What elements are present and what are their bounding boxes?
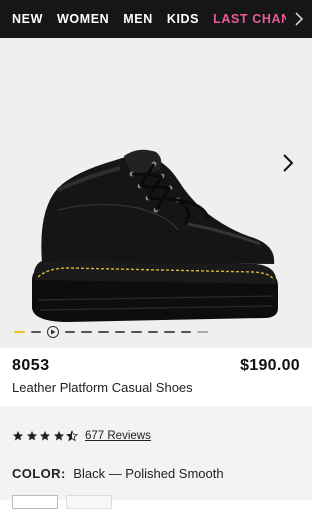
product-model: 8053 — [12, 357, 50, 374]
indicator-dot[interactable] — [81, 331, 92, 333]
top-navigation: NEW WOMEN MEN KIDS LAST CHAN — [0, 0, 312, 38]
product-gallery[interactable] — [0, 38, 312, 348]
product-price: $190.00 — [240, 357, 300, 374]
indicator-dot[interactable] — [131, 331, 142, 333]
product-name: Leather Platform Casual Shoes — [12, 380, 193, 395]
indicator-dot[interactable] — [30, 331, 42, 333]
gallery-indicators — [14, 326, 214, 338]
indicator-dot[interactable] — [197, 331, 208, 333]
color-selection: COLOR: Black — Polished Smooth — [12, 466, 224, 481]
video-play-indicator[interactable] — [47, 326, 59, 338]
chevron-right-icon — [295, 12, 304, 26]
nav-item-kids[interactable]: KIDS — [167, 12, 199, 26]
indicator-dot-active[interactable] — [14, 331, 25, 333]
indicator-dot[interactable] — [180, 331, 192, 333]
indicator-dot[interactable] — [114, 331, 126, 333]
star-half-icon — [66, 430, 78, 442]
product-details: 677 Reviews COLOR: Black — Polished Smoo… — [0, 406, 312, 509]
indicator-dot[interactable] — [164, 331, 175, 333]
star-full-icon — [13, 431, 23, 441]
nav-item-men[interactable]: MEN — [123, 12, 153, 26]
reviews-link[interactable]: 677 Reviews — [85, 430, 151, 442]
nav-items: NEW WOMEN MEN KIDS LAST CHAN — [0, 12, 305, 26]
product-info: 8053 $190.00 Leather Platform Casual Sho… — [0, 348, 312, 406]
product-image — [32, 149, 278, 322]
nav-item-women[interactable]: WOMEN — [57, 12, 109, 26]
star-full-icon — [40, 431, 50, 441]
nav-scroll-right-button[interactable] — [286, 0, 312, 38]
star-full-icon — [53, 431, 64, 441]
star-full-icon — [26, 431, 37, 441]
color-value: Black — Polished Smooth — [73, 466, 224, 481]
color-swatch[interactable] — [66, 495, 112, 509]
indicator-dot[interactable] — [97, 331, 109, 333]
play-icon — [50, 329, 56, 335]
indicator-dot[interactable] — [147, 331, 159, 333]
color-label: COLOR: — [12, 466, 66, 481]
rating-stars[interactable] — [12, 430, 80, 442]
color-swatch-selected[interactable] — [12, 495, 58, 509]
indicator-dot[interactable] — [64, 331, 76, 333]
nav-item-last-chance[interactable]: LAST CHAN — [213, 12, 291, 26]
nav-item-new[interactable]: NEW — [12, 12, 43, 26]
